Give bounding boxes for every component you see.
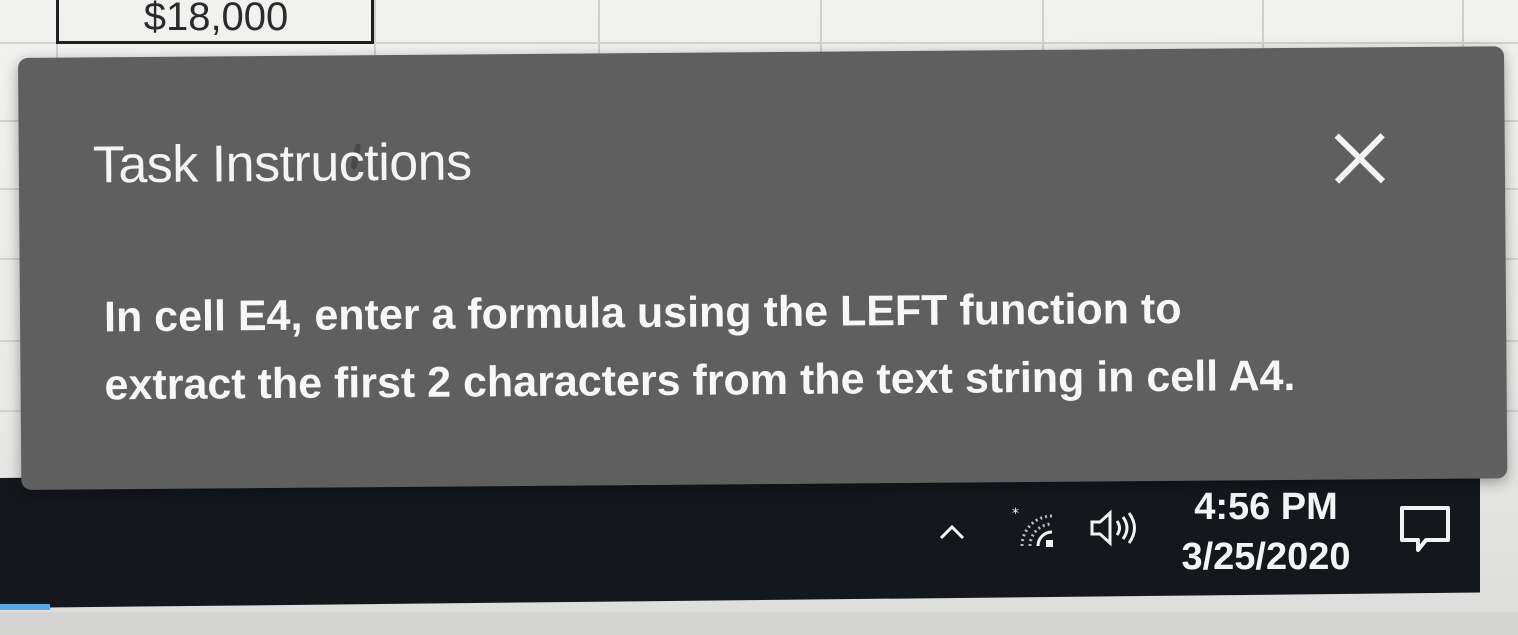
screen: $18,000 * 4:56 PM 3/25/2020 Task Instruc… bbox=[0, 0, 1518, 635]
taskbar-start-accent bbox=[0, 604, 50, 610]
dialog-title: Task Instructions bbox=[92, 133, 472, 195]
task-instructions-dialog: Task Instructions In cell E4, enter a fo… bbox=[18, 46, 1508, 490]
clock-time: 4:56 PM bbox=[1194, 486, 1338, 528]
system-tray: * 4:56 PM 3/25/2020 bbox=[930, 482, 1450, 582]
notification-icon[interactable] bbox=[1396, 502, 1454, 556]
clock-date: 3/25/2020 bbox=[1181, 536, 1351, 578]
monitor-bezel bbox=[0, 612, 1518, 635]
instruction-line-2: extract the first 2 characters from the … bbox=[104, 351, 1296, 410]
cell-value[interactable]: $18,000 bbox=[60, 0, 372, 40]
wifi-icon[interactable]: * bbox=[1012, 506, 1058, 552]
chevron-up-icon[interactable] bbox=[938, 518, 966, 546]
svg-text:*: * bbox=[1012, 506, 1019, 522]
close-icon[interactable] bbox=[1327, 125, 1394, 192]
instruction-line-1: In cell E4, enter a formula using the LE… bbox=[103, 284, 1182, 342]
volume-icon[interactable] bbox=[1088, 508, 1144, 548]
taskbar-clock[interactable]: 4:56 PM 3/25/2020 bbox=[1166, 484, 1366, 580]
instruction-text: In cell E4, enter a formula using the LE… bbox=[104, 273, 1465, 420]
